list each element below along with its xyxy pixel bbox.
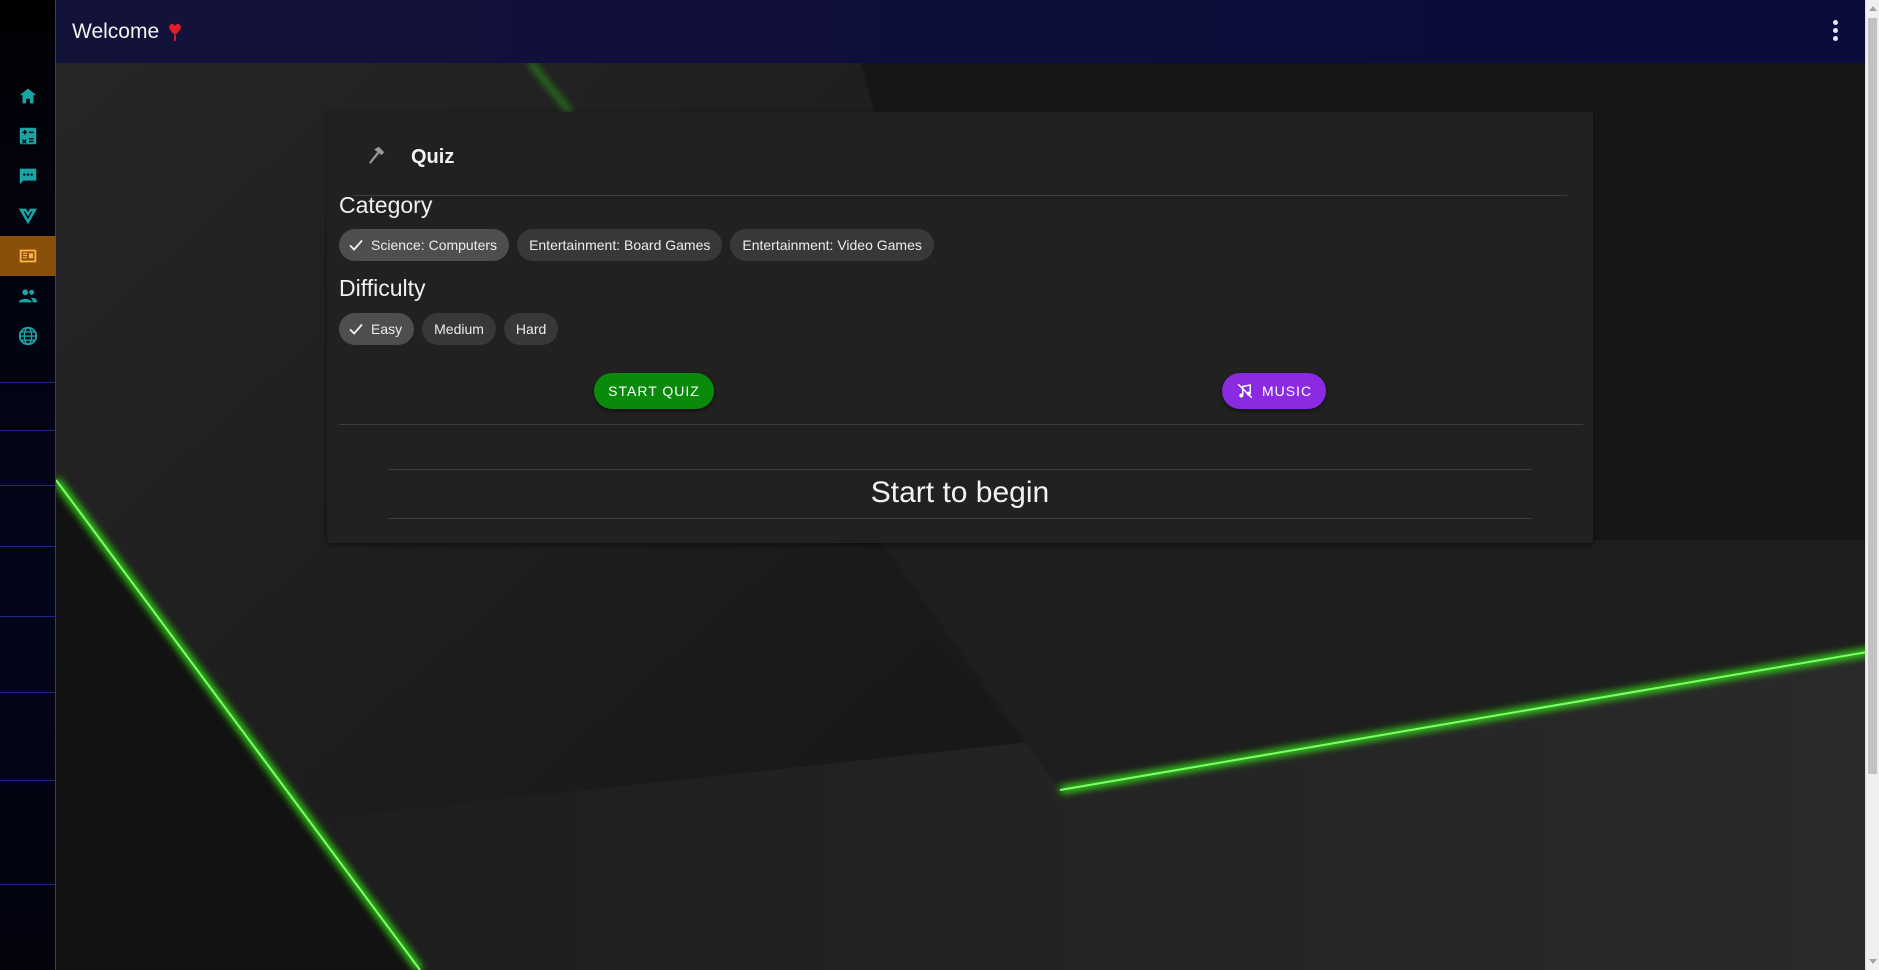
sidebar-divider <box>0 430 56 431</box>
quiz-book-icon <box>19 249 37 263</box>
sidebar-item-globe[interactable] <box>0 316 56 356</box>
scroll-up-arrow-icon[interactable] <box>1869 6 1877 11</box>
calculator-icon <box>19 127 37 145</box>
sidebar-divider <box>0 382 56 383</box>
page-scrollbar[interactable] <box>1865 0 1879 970</box>
sidebar-divider <box>0 884 56 885</box>
heart-icon <box>169 23 182 41</box>
chip-label: Easy <box>371 321 403 337</box>
start-quiz-button[interactable]: START QUIZ <box>594 373 714 409</box>
sidebar-item-calculator[interactable] <box>0 116 56 156</box>
hint-bottom-rule <box>388 518 1532 519</box>
check-icon <box>349 323 363 335</box>
sidebar-item-vuetify[interactable] <box>0 196 56 236</box>
sidebar-divider <box>0 546 56 547</box>
globe-icon <box>18 326 38 346</box>
sidebar-divider <box>0 692 56 693</box>
music-off-icon <box>1237 383 1253 399</box>
sidebar-divider <box>0 780 56 781</box>
people-icon <box>18 289 38 303</box>
sidebar-nav <box>0 76 56 356</box>
scrollbar-thumb[interactable] <box>1868 18 1877 774</box>
category-label: Category <box>339 192 433 218</box>
chip-entertainment-board-games[interactable]: Entertainment: Board Games <box>517 229 723 261</box>
more-vertical-icon[interactable] <box>1831 20 1839 44</box>
card-divider <box>339 424 1583 425</box>
difficulty-chip-group: Easy Medium Hard <box>339 313 559 345</box>
check-icon <box>349 239 363 251</box>
sidebar-item-people[interactable] <box>0 276 56 316</box>
start-hint-text: Start to begin <box>870 476 1050 509</box>
music-button[interactable]: MUSIC <box>1222 373 1326 409</box>
music-label: MUSIC <box>1261 383 1313 399</box>
chip-label: Medium <box>434 321 484 337</box>
category-chip-group: Science: Computers Entertainment: Board … <box>339 229 934 261</box>
hint-top-rule <box>388 469 1532 470</box>
chip-label: Science: Computers <box>371 237 498 253</box>
chip-label: Hard <box>515 321 547 337</box>
chip-science-computers[interactable]: Science: Computers <box>339 229 510 261</box>
start-quiz-label: START QUIZ <box>608 383 700 399</box>
vuetify-icon <box>18 208 38 225</box>
hammer-icon <box>369 146 385 164</box>
sidebar-divider <box>0 485 56 486</box>
chip-entertainment-video-games[interactable]: Entertainment: Video Games <box>730 229 934 261</box>
sidebar <box>0 0 56 970</box>
chip-easy[interactable]: Easy <box>339 313 415 345</box>
chip-label: Entertainment: Video Games <box>742 237 922 253</box>
sidebar-item-quiz[interactable] <box>0 236 56 276</box>
sidebar-divider <box>0 616 56 617</box>
top-app-bar: Welcome <box>56 0 1879 63</box>
home-icon <box>19 88 37 104</box>
chip-hard[interactable]: Hard <box>503 313 559 345</box>
chip-medium[interactable]: Medium <box>422 313 496 345</box>
scroll-down-arrow-icon[interactable] <box>1869 959 1877 964</box>
chat-icon <box>19 168 37 185</box>
chip-label: Entertainment: Board Games <box>529 237 711 253</box>
difficulty-label: Difficulty <box>339 275 426 301</box>
quiz-title: Quiz <box>411 146 455 168</box>
welcome-title: Welcome <box>72 20 183 44</box>
quiz-card: Quiz Category Science: Computers Enterta… <box>327 112 1593 543</box>
welcome-text: Welcome <box>72 19 160 43</box>
sidebar-item-home[interactable] <box>0 76 56 116</box>
sidebar-item-chat[interactable] <box>0 156 56 196</box>
quiz-card-header: Quiz <box>353 140 1567 196</box>
